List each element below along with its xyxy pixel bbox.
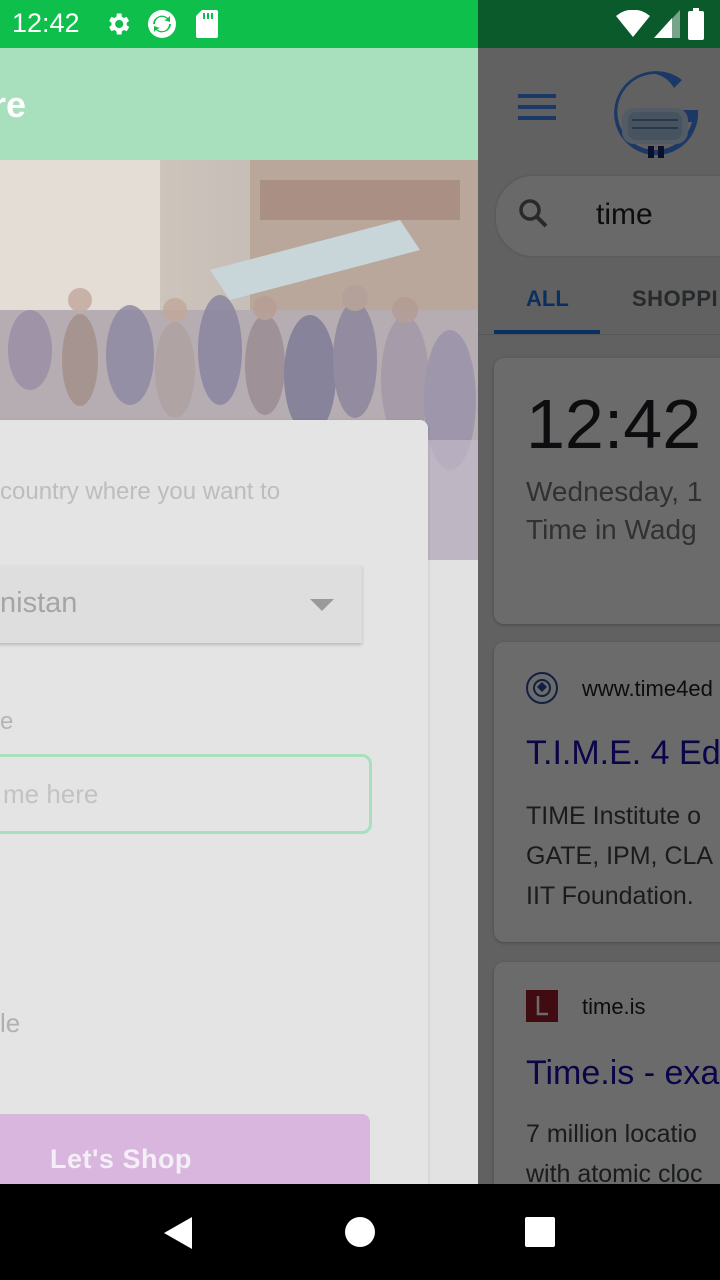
result-snippet-line: TIME Institute o	[526, 802, 702, 830]
back-icon[interactable]	[162, 1216, 194, 1250]
result-snippet-line: GATE, IPM, CLA	[526, 842, 714, 870]
dropdown-caret-icon	[310, 599, 334, 611]
name-input[interactable]: me here	[0, 754, 372, 834]
country-select-value: nistan	[0, 587, 78, 619]
tab-shopping[interactable]: SHOPPI	[632, 286, 718, 312]
result-snippet-line: with atomic cloc	[526, 1160, 703, 1184]
shop-app-card[interactable]: re	[0, 48, 478, 1184]
google-doodle-logo[interactable]	[614, 70, 698, 162]
result-title-link[interactable]: Time.is - exa	[526, 1054, 719, 1093]
lets-shop-label: Let's Shop	[50, 1144, 192, 1174]
country-select[interactable]: nistan	[0, 565, 362, 643]
battery-icon	[688, 8, 704, 40]
result-title-link[interactable]: T.I.M.E. 4 Ed	[526, 734, 720, 773]
name-label: e	[0, 708, 14, 735]
sd-card-icon	[196, 10, 218, 38]
sync-app-icon	[148, 10, 176, 38]
settings-icon	[109, 13, 130, 35]
search-icon[interactable]	[518, 198, 548, 228]
clock-time: 12:42	[526, 385, 702, 463]
tabs-divider	[478, 334, 720, 335]
status-time: 12:42	[12, 8, 80, 38]
search-result[interactable]: www.time4ed T.I.M.E. 4 Ed TIME Institute…	[494, 642, 720, 942]
clock-date: Wednesday, 1	[526, 476, 703, 507]
result-url: www.time4ed	[582, 676, 713, 701]
clock-place: Time in Wadg	[526, 514, 697, 545]
navigation-bar	[0, 1184, 720, 1280]
search-input[interactable]: time	[494, 174, 720, 258]
tab-all[interactable]: ALL	[526, 286, 569, 312]
lets-shop-button[interactable]: Let's Shop	[0, 1114, 370, 1184]
country-form-card: country where you want to nistan e me he…	[0, 420, 428, 1184]
app-title: re	[0, 84, 27, 125]
app-header: re	[0, 48, 478, 160]
site-favicon-icon	[526, 990, 558, 1022]
wifi-icon	[616, 10, 650, 37]
status-bar-right	[478, 0, 720, 48]
gender-label: le	[0, 1008, 21, 1038]
result-url: time.is	[582, 994, 646, 1019]
menu-icon[interactable]	[518, 94, 558, 122]
result-snippet-line: 7 million locatio	[526, 1120, 697, 1148]
search-query: time	[596, 198, 653, 231]
name-input-placeholder: me here	[3, 779, 99, 809]
signal-icon	[654, 10, 680, 38]
site-favicon-icon	[526, 672, 558, 704]
result-snippet-line: IIT Foundation.	[526, 882, 694, 910]
home-icon[interactable]	[344, 1216, 376, 1248]
search-result[interactable]: time.is Time.is - exa 7 million locatio …	[494, 962, 720, 1184]
time-answer-card[interactable]: 12:42 Wednesday, 1 Time in Wadg	[494, 358, 720, 624]
recents-icon[interactable]	[524, 1216, 556, 1248]
google-search-card[interactable]: time ALL SHOPPI 12:42 Wednesday, 1 Time …	[478, 48, 720, 1184]
country-prompt: country where you want to	[0, 478, 281, 505]
status-bar-left: 12:42	[0, 0, 478, 48]
